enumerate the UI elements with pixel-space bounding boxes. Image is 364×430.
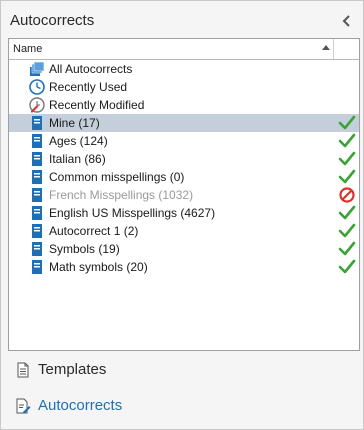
list-item[interactable]: All Autocorrects — [9, 60, 359, 78]
book-icon — [29, 187, 45, 203]
book-icon — [29, 115, 45, 131]
column-header-name[interactable]: Name — [9, 39, 334, 59]
list-rows: All Autocorrects Recently Used Recently Mo… — [9, 60, 359, 276]
checkmark-icon[interactable] — [337, 114, 357, 132]
list-item[interactable]: Autocorrect 1 (2) — [9, 222, 359, 240]
checkmark-icon[interactable] — [337, 168, 357, 186]
collapse-panel-button[interactable] — [339, 13, 355, 29]
column-header-status[interactable] — [335, 39, 359, 59]
column-header-name-label: Name — [13, 43, 43, 55]
list-item-label: Symbols (19) — [49, 242, 120, 256]
list-item-label: Italian (86) — [49, 152, 106, 166]
checkmark-icon[interactable] — [337, 222, 357, 240]
checkmark-icon[interactable] — [337, 258, 357, 276]
book-icon — [29, 169, 45, 185]
list-header: Name — [9, 39, 359, 60]
panel-header: Autocorrects — [10, 10, 355, 34]
list-item-label: Ages (124) — [49, 134, 108, 148]
panel-title: Autocorrects — [10, 12, 95, 29]
list-item[interactable]: Common misspellings (0) — [9, 168, 359, 186]
autocorrects-panel: Autocorrects Name All Autocorrects Recent… — [0, 0, 364, 430]
checkmark-icon[interactable] — [337, 204, 357, 222]
sort-ascending-icon — [322, 45, 330, 50]
books-icon — [29, 61, 45, 77]
clock-icon — [29, 79, 45, 95]
list-item-label: Common misspellings (0) — [49, 170, 185, 184]
nav-templates-label: Templates — [38, 361, 107, 378]
list-item-label: French Misspellings (1032) — [49, 188, 194, 202]
list-item[interactable]: Symbols (19) — [9, 240, 359, 258]
book-icon — [29, 151, 45, 167]
document-icon — [17, 362, 29, 378]
book-icon — [29, 223, 45, 239]
prohibited-icon[interactable] — [337, 186, 357, 204]
list-item[interactable]: Italian (86) — [9, 150, 359, 168]
checkmark-icon[interactable] — [337, 132, 357, 150]
list-item[interactable]: French Misspellings (1032) — [9, 186, 359, 204]
list-item-label: All Autocorrects — [49, 62, 133, 76]
list-item-label: Mine (17) — [49, 116, 100, 130]
clock-edit-icon — [29, 97, 45, 113]
list-item[interactable]: English US Misspellings (4627) — [9, 204, 359, 222]
list-item[interactable]: Mine (17) — [9, 114, 359, 132]
checkmark-icon[interactable] — [337, 150, 357, 168]
list-item-label: English US Misspellings (4627) — [49, 206, 216, 220]
list-item[interactable]: Ages (124) — [9, 132, 359, 150]
list-item-label: Recently Modified — [49, 98, 145, 112]
list-item[interactable]: Recently Modified — [9, 96, 359, 114]
list-item[interactable]: Math symbols (20) — [9, 258, 359, 276]
chevron-left-icon — [342, 15, 350, 27]
checkmark-icon[interactable] — [337, 240, 357, 258]
book-icon — [29, 205, 45, 221]
nav-autocorrects-label: Autocorrects — [38, 397, 123, 414]
list-item-label: Recently Used — [49, 80, 128, 94]
book-icon — [29, 241, 45, 257]
document-edit-icon — [16, 398, 31, 414]
list-item[interactable]: Recently Used — [9, 78, 359, 96]
list-item-label: Autocorrect 1 (2) — [49, 224, 139, 238]
autocorrects-list[interactable]: Name All Autocorrects Recently Used Recent… — [8, 38, 360, 351]
list-item-label: Math symbols (20) — [49, 260, 148, 274]
book-icon — [29, 133, 45, 149]
book-icon — [29, 259, 45, 275]
